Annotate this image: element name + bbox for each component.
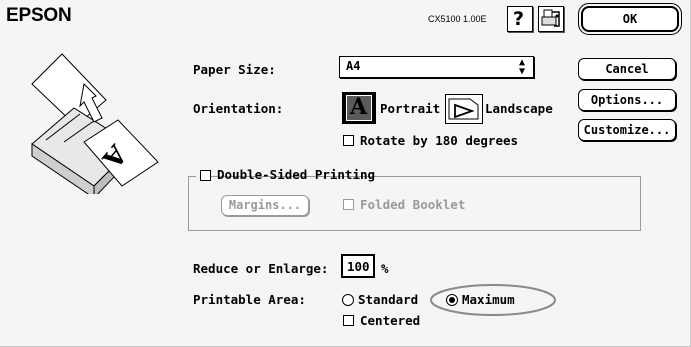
printer-illustration-icon: A	[31, 53, 159, 194]
standard-radio[interactable]	[342, 294, 354, 306]
portrait-label[interactable]: Portrait	[380, 101, 440, 116]
paper-size-value: A4	[346, 59, 361, 73]
maximum-label[interactable]: Maximum	[462, 292, 515, 307]
reduce-enlarge-value: 100	[347, 259, 370, 274]
rotate-180-checkbox[interactable]	[343, 135, 354, 146]
paper-size-label: Paper Size:	[193, 62, 276, 77]
printer-utility-icon	[541, 9, 560, 27]
margins-button[interactable]: Margins...	[221, 195, 309, 216]
ok-button[interactable]: OK	[578, 3, 682, 35]
standard-label[interactable]: Standard	[358, 292, 418, 307]
centered-label[interactable]: Centered	[360, 313, 420, 328]
printable-area-label: Printable Area:	[193, 292, 306, 307]
epson-logo: EPSON	[6, 5, 72, 26]
double-sided-label[interactable]: Double-Sided Printing	[217, 167, 375, 182]
updown-arrows-icon: ▲ ▼	[518, 57, 526, 77]
centered-checkbox[interactable]	[343, 315, 354, 326]
landscape-page-icon	[448, 98, 479, 120]
orientation-label: Orientation:	[193, 101, 284, 116]
options-button[interactable]: Options...	[578, 89, 676, 111]
reduce-enlarge-label: Reduce or Enlarge:	[193, 261, 329, 276]
customize-button[interactable]: Customize...	[578, 119, 676, 141]
landscape-toggle[interactable]	[445, 94, 483, 124]
driver-version: CX5100 1.00E	[428, 14, 487, 24]
folded-booklet-label[interactable]: Folded Booklet	[360, 197, 465, 212]
paper-size-select[interactable]: A4 ▲ ▼	[339, 56, 534, 78]
percent-unit: %	[381, 261, 389, 276]
reduce-enlarge-input[interactable]: 100	[341, 254, 375, 278]
maximum-radio[interactable]	[446, 294, 458, 306]
folded-booklet-checkbox[interactable]	[343, 199, 354, 210]
utility-button[interactable]	[538, 6, 564, 32]
landscape-label[interactable]: Landscape	[485, 101, 553, 116]
cancel-button[interactable]: Cancel	[578, 58, 676, 80]
question-mark-help-icon: ?	[513, 8, 525, 30]
double-sided-checkbox[interactable]	[200, 170, 211, 181]
help-button[interactable]: ?	[507, 6, 533, 32]
rotate-180-label[interactable]: Rotate by 180 degrees	[360, 133, 518, 148]
double-sided-header: Double-Sided Printing	[196, 166, 375, 184]
page-setup-dialog: EPSON CX5100 1.00E ? OK Cancel Options..…	[0, 0, 691, 347]
portrait-page-icon: A	[350, 94, 368, 120]
portrait-toggle[interactable]: A	[342, 92, 376, 124]
